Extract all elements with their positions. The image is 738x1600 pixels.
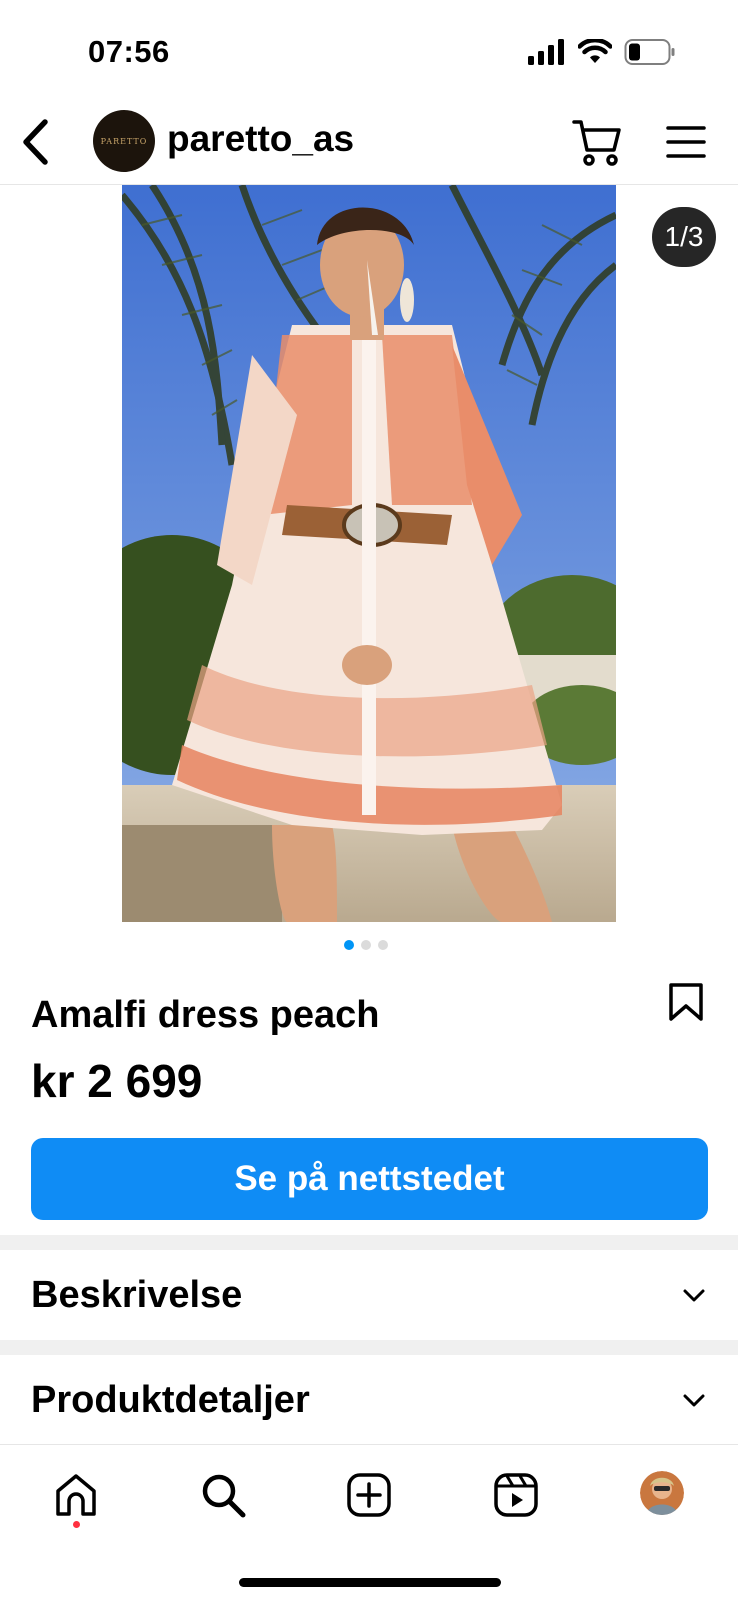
- notification-dot: [73, 1521, 80, 1528]
- view-on-website-button[interactable]: Se på nettstedet: [31, 1138, 708, 1220]
- carousel-dot[interactable]: [378, 940, 388, 950]
- media-counter: 1/3: [652, 207, 716, 267]
- cellular-signal-icon: [528, 39, 564, 65]
- create-icon: [347, 1473, 391, 1517]
- chevron-down-icon: [683, 1394, 705, 1407]
- tab-profile-avatar[interactable]: [640, 1471, 684, 1515]
- tab-search[interactable]: [195, 1467, 251, 1523]
- section-label: Produktdetaljer: [31, 1379, 310, 1421]
- home-icon: [56, 1474, 96, 1516]
- profile-photo: [640, 1471, 684, 1515]
- section-label: Beskrivelse: [31, 1274, 243, 1316]
- section-product-details[interactable]: Produktdetaljer: [0, 1355, 738, 1445]
- product-photo: [122, 185, 616, 922]
- search-icon: [202, 1474, 246, 1518]
- section-divider: [0, 1235, 738, 1250]
- tab-home[interactable]: [48, 1467, 104, 1523]
- brand-avatar-text: PARETTO: [100, 136, 148, 146]
- carousel-dots: [344, 940, 388, 950]
- product-title: Amalfi dress peach: [31, 994, 380, 1036]
- product-image[interactable]: [122, 185, 616, 922]
- chevron-down-icon: [683, 1289, 705, 1302]
- section-divider: [0, 1340, 738, 1355]
- bookmark-icon[interactable]: [668, 982, 704, 1022]
- carousel-dot[interactable]: [361, 940, 371, 950]
- brand-avatar[interactable]: PARETTO: [93, 110, 155, 172]
- section-description[interactable]: Beskrivelse: [0, 1250, 738, 1340]
- home-indicator: [239, 1578, 501, 1587]
- account-name[interactable]: paretto_as: [167, 118, 354, 160]
- menu-icon[interactable]: [666, 124, 706, 160]
- shop-header: PARETTO paretto_as: [0, 100, 738, 185]
- status-bar: 07:56: [0, 0, 738, 100]
- cart-icon[interactable]: [572, 118, 624, 168]
- bottom-tab-bar: [0, 1444, 738, 1600]
- back-icon[interactable]: [16, 114, 56, 170]
- tab-reels[interactable]: [488, 1467, 544, 1523]
- product-price: kr 2 699: [31, 1055, 203, 1107]
- tab-create[interactable]: [341, 1467, 397, 1523]
- status-time: 07:56: [88, 34, 170, 69]
- reels-icon: [494, 1473, 538, 1517]
- wifi-icon: [578, 39, 612, 63]
- battery-icon: [624, 39, 675, 65]
- status-icons: [528, 38, 676, 66]
- carousel-dot[interactable]: [344, 940, 354, 950]
